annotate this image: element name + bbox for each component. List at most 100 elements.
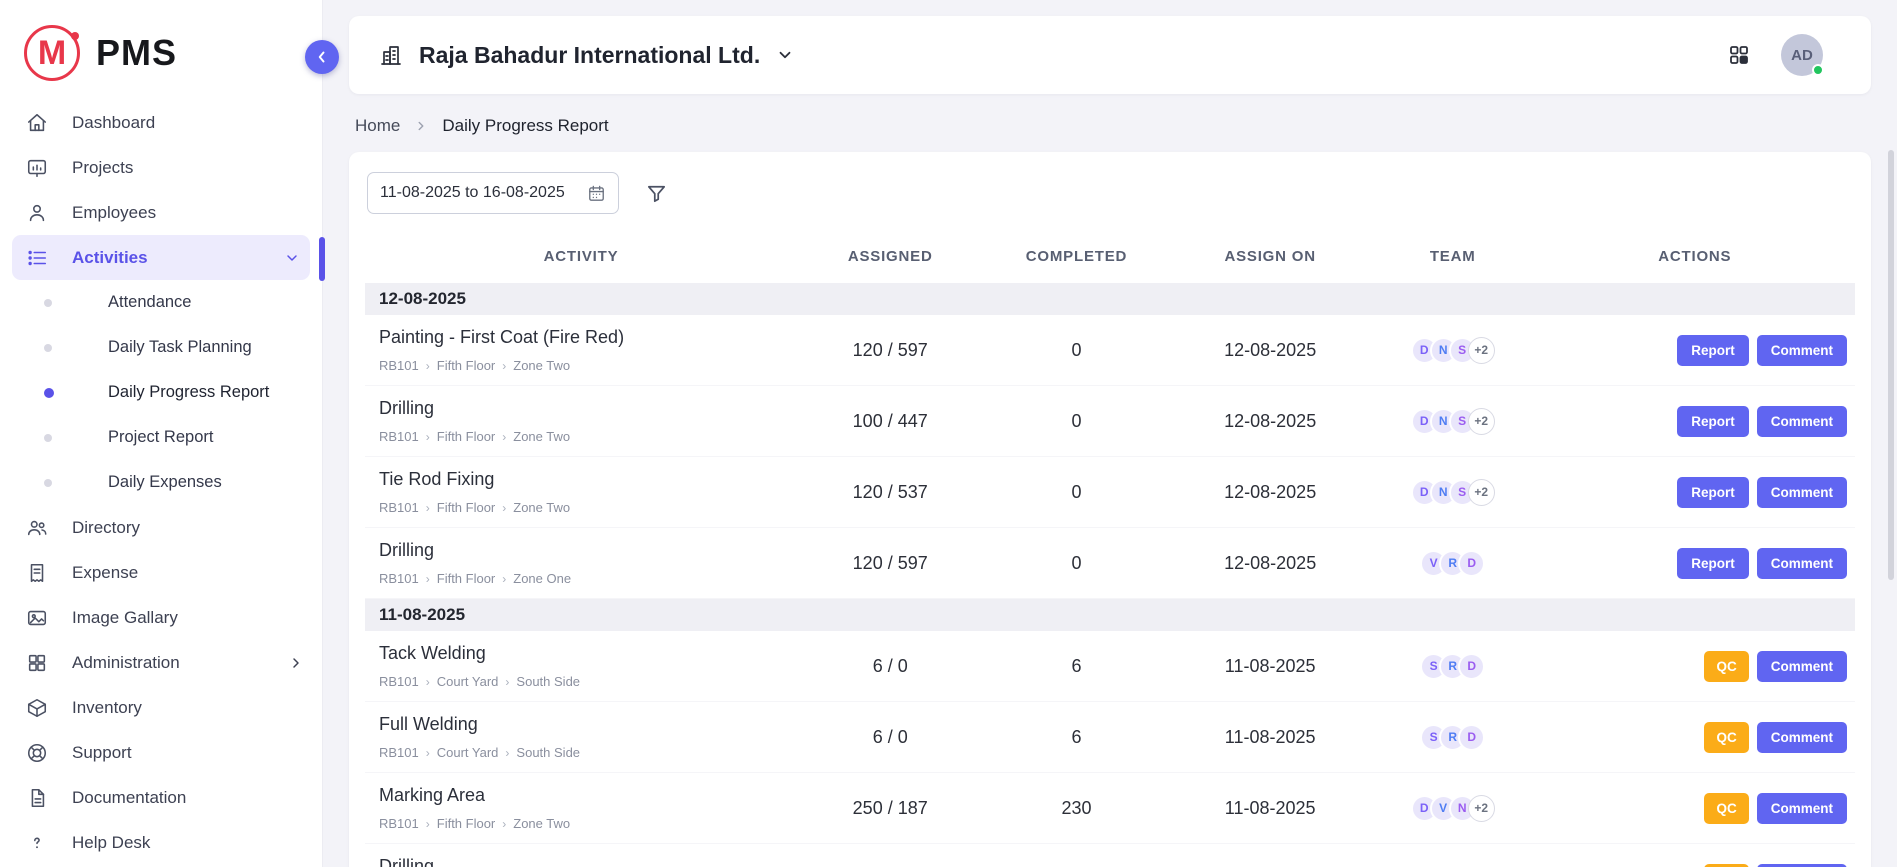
- sidebar-item-employees[interactable]: Employees: [0, 190, 322, 235]
- qc-button[interactable]: QC: [1704, 722, 1748, 753]
- bullet-icon: [44, 434, 52, 442]
- team-member-avatar[interactable]: D: [1458, 550, 1485, 577]
- report-button[interactable]: Report: [1677, 335, 1749, 366]
- team-extra-count[interactable]: +2: [1468, 479, 1495, 506]
- receipt-icon: [26, 562, 48, 584]
- sidebar-subitem-label: Attendance: [108, 293, 191, 312]
- comment-button[interactable]: Comment: [1757, 651, 1847, 682]
- report-button[interactable]: Report: [1677, 548, 1749, 579]
- sidebar-collapse-button[interactable]: [305, 40, 339, 74]
- chevron-right-icon: ›: [502, 359, 506, 373]
- team-avatars[interactable]: SRD: [1420, 653, 1485, 680]
- sidebar-item-label: Dashboard: [72, 113, 155, 133]
- sidebar-item-support[interactable]: Support: [0, 730, 322, 775]
- team-cell: VRD: [1371, 528, 1535, 599]
- sidebar-item-expense[interactable]: Expense: [0, 550, 322, 595]
- activity-name: Drilling: [379, 856, 789, 867]
- sidebar-item-documentation[interactable]: Documentation: [0, 775, 322, 820]
- comment-button[interactable]: Comment: [1757, 793, 1847, 824]
- team-extra-count[interactable]: +2: [1468, 408, 1495, 435]
- sidebar-item-administration[interactable]: Administration: [0, 640, 322, 685]
- sidebar-item-help-desk[interactable]: Help Desk: [0, 820, 322, 865]
- sidebar-subitem-daily-progress-report[interactable]: Daily Progress Report: [0, 370, 322, 415]
- report-button[interactable]: Report: [1677, 406, 1749, 437]
- brand-logo-icon: M: [24, 25, 80, 81]
- location-segment: RB101: [379, 674, 419, 689]
- team-avatars[interactable]: DNS+2: [1411, 479, 1495, 506]
- assign-on-date: 12-08-2025: [1170, 315, 1371, 386]
- column-header-completed: COMPLETED: [983, 232, 1169, 283]
- assigned-count: 6 / 0: [797, 631, 983, 702]
- location-segment: Fifth Floor: [437, 816, 496, 831]
- breadcrumb-home-link[interactable]: Home: [355, 116, 400, 136]
- main-content: Raja Bahadur International Ltd. AD Home: [323, 0, 1897, 867]
- vertical-scrollbar[interactable]: [1888, 150, 1894, 580]
- online-status-dot: [1812, 64, 1824, 76]
- actions-cell: QC Comment: [1535, 773, 1855, 844]
- report-button[interactable]: Report: [1677, 477, 1749, 508]
- top-header: Raja Bahadur International Ltd. AD: [349, 16, 1871, 94]
- home-icon: [26, 112, 48, 134]
- activity-name: Drilling: [379, 540, 789, 561]
- team-avatars[interactable]: SRD: [1420, 724, 1485, 751]
- actions-cell: QC Comment: [1535, 702, 1855, 773]
- sidebar-item-directory[interactable]: Directory: [0, 505, 322, 550]
- location-segment: South Side: [516, 745, 580, 760]
- sidebar-item-activities[interactable]: Activities: [12, 235, 310, 280]
- actions-cell: Report Comment: [1535, 457, 1855, 528]
- qc-button[interactable]: QC: [1704, 793, 1748, 824]
- chevron-down-icon: [776, 46, 794, 64]
- comment-button[interactable]: Comment: [1757, 335, 1847, 366]
- team-avatars[interactable]: DNS+2: [1411, 337, 1495, 364]
- team-avatars[interactable]: DVN+2: [1411, 795, 1495, 822]
- date-range-input[interactable]: 11-08-2025 to 16-08-2025: [367, 172, 619, 214]
- comment-button[interactable]: Comment: [1757, 722, 1847, 753]
- bullet-icon: [44, 344, 52, 352]
- chevron-right-icon: ›: [426, 817, 430, 831]
- completed-count: 6: [983, 631, 1169, 702]
- bullet-icon: [44, 299, 52, 307]
- team-avatars[interactable]: VRD: [1420, 550, 1485, 577]
- team-extra-count[interactable]: +2: [1468, 337, 1495, 364]
- sidebar-item-label: Directory: [72, 518, 140, 538]
- sidebar-item-projects[interactable]: Projects: [0, 145, 322, 190]
- team-cell: DNS+2: [1371, 315, 1535, 386]
- team-extra-count[interactable]: +2: [1468, 795, 1495, 822]
- comment-button[interactable]: Comment: [1757, 406, 1847, 437]
- comment-button[interactable]: Comment: [1757, 477, 1847, 508]
- filter-button[interactable]: [645, 182, 668, 205]
- breadcrumb-current: Daily Progress Report: [442, 116, 608, 136]
- sidebar-item-label: Documentation: [72, 788, 186, 808]
- assign-on-date: 11-08-2025: [1170, 631, 1371, 702]
- company-selector[interactable]: Raja Bahadur International Ltd.: [379, 42, 794, 69]
- sidebar-subitem-attendance[interactable]: Attendance: [0, 280, 322, 325]
- sidebar-item-inventory[interactable]: Inventory: [0, 685, 322, 730]
- users-icon: [26, 517, 48, 539]
- location-segment: Zone Two: [513, 358, 570, 373]
- sidebar-item-image-gallery[interactable]: Image Gallary: [0, 595, 322, 640]
- building-icon: [379, 43, 403, 67]
- chevron-right-icon: ›: [426, 572, 430, 586]
- qc-button[interactable]: QC: [1704, 864, 1748, 867]
- sidebar-item-dashboard[interactable]: Dashboard: [0, 100, 322, 145]
- team-member-avatar[interactable]: D: [1458, 653, 1485, 680]
- actions-cell: QC Comment: [1535, 844, 1855, 867]
- assigned-count: 120 / 597: [797, 315, 983, 386]
- list-icon: [26, 247, 48, 269]
- comment-button[interactable]: Comment: [1757, 548, 1847, 579]
- sidebar-subitem-daily-expenses[interactable]: Daily Expenses: [0, 460, 322, 505]
- topbar-right: AD: [1727, 34, 1823, 76]
- team-avatars[interactable]: DNS+2: [1411, 408, 1495, 435]
- apps-grid-icon[interactable]: [1727, 43, 1751, 67]
- activity-name: Tie Rod Fixing: [379, 469, 789, 490]
- user-avatar[interactable]: AD: [1781, 34, 1823, 76]
- actions-cell: Report Comment: [1535, 386, 1855, 457]
- sidebar-subitem-project-report[interactable]: Project Report: [0, 415, 322, 460]
- sidebar-subitem-label: Daily Task Planning: [108, 338, 252, 357]
- team-member-avatar[interactable]: D: [1458, 724, 1485, 751]
- activity-location-path: RB101›Fifth Floor›Zone Two: [379, 816, 789, 831]
- qc-button[interactable]: QC: [1704, 651, 1748, 682]
- sidebar-subitem-daily-task-planning[interactable]: Daily Task Planning: [0, 325, 322, 370]
- comment-button[interactable]: Comment: [1757, 864, 1847, 867]
- filter-row: 11-08-2025 to 16-08-2025: [367, 172, 1855, 214]
